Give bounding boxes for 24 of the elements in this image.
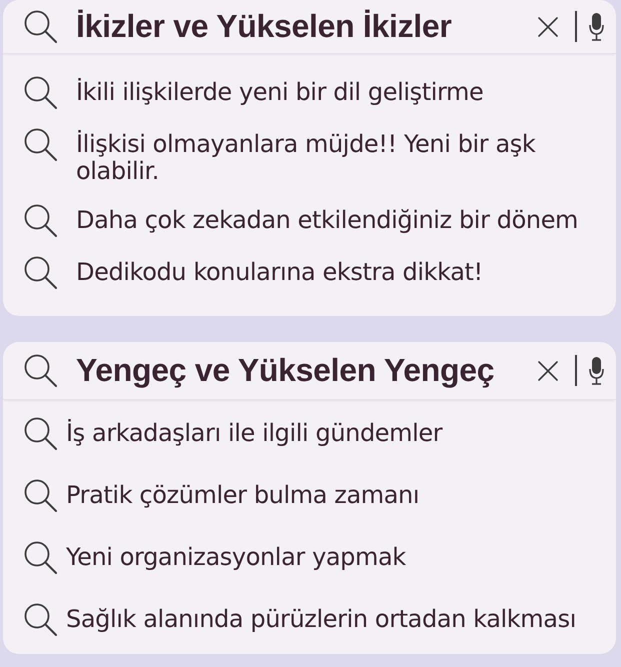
search-icon (24, 76, 57, 109)
search-icon (24, 603, 57, 636)
close-icon[interactable] (538, 16, 558, 36)
search-icon (24, 10, 57, 43)
search-icon (24, 128, 57, 161)
search-field[interactable]: İkizler ve Yükselen İkizler (76, 8, 452, 45)
suggestion-item[interactable]: Dedikodu konularına ekstra dikkat! (24, 256, 483, 289)
search-icon (24, 541, 57, 574)
microphone-icon[interactable] (589, 12, 604, 40)
suggestion-item[interactable]: Pratik çözümler bulma zamanı (24, 479, 420, 512)
search-icon (24, 417, 57, 450)
search-icon (24, 256, 57, 289)
search-icon (24, 479, 57, 512)
microphone-icon[interactable] (589, 356, 604, 384)
search-icon (24, 354, 57, 387)
search-icon (24, 204, 57, 237)
close-icon[interactable] (538, 360, 558, 380)
search-field[interactable]: Yengeç ve Yükselen Yengeç (76, 352, 494, 389)
suggestion-item[interactable]: Sağlık alanında pürüzlerin ortadan kalkması (24, 603, 576, 636)
suggestion-item[interactable]: Daha çok zekadan etkilendiğiniz bir dönem (24, 204, 578, 237)
suggestion-item[interactable]: İkili ilişkilerde yeni bir dil geliştirme (24, 76, 484, 109)
suggestion-item[interactable]: Yeni organizasyonlar yapmak (24, 541, 406, 574)
suggestion-item[interactable]: İlişkisi olmayanlara müjde!! Yeni bir aşk olabilir. (24, 128, 601, 185)
suggestion-item[interactable]: İş arkadaşları ile ilgili gündemler (24, 417, 442, 450)
